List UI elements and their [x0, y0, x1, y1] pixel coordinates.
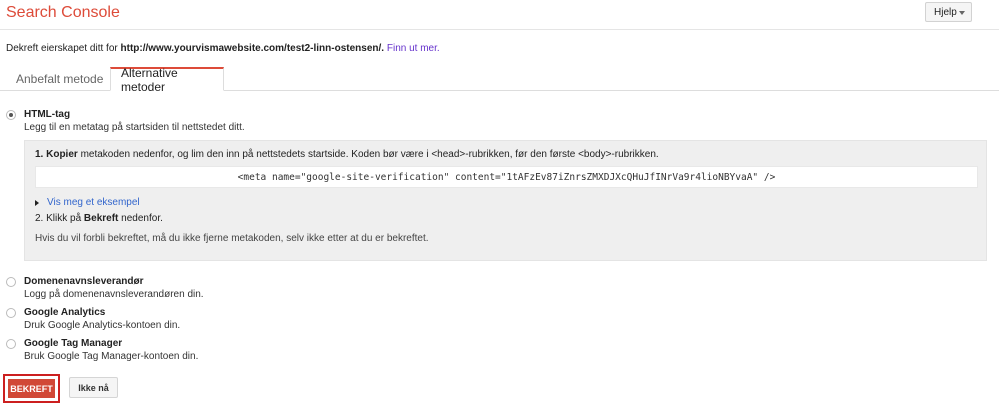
confirm-button[interactable]: BEKREFT — [8, 379, 55, 398]
tab-recommended-method[interactable]: Anbefalt metode — [6, 67, 106, 90]
method-tabs: Anbefalt metode Alternative metoder — [0, 66, 999, 94]
option-desc-html-tag: Legg til en metatag på startsiden til ne… — [24, 122, 245, 133]
show-example-toggle[interactable]: Vis meg et eksempel — [35, 197, 140, 208]
help-button-label: Hjelp — [934, 6, 957, 18]
option-title-google-analytics: Google Analytics — [24, 307, 106, 318]
step-2-suffix: nedenfor. — [118, 213, 163, 224]
not-now-button[interactable]: Ikke nå — [69, 377, 118, 398]
instructions-panel: 1. Kopier metakoden nedenfor, og lim den… — [24, 140, 987, 261]
tab-alternative-methods[interactable]: Alternative metoder — [110, 66, 224, 94]
radio-google-analytics[interactable] — [6, 308, 16, 318]
step-2-bold: Bekreft — [83, 213, 119, 224]
step-2-prefix: 2. Klikk på — [35, 213, 84, 224]
site-url: http://www.yourvismawebsite.com/test2-li… — [120, 43, 385, 54]
confirm-button-highlight: BEKREFT — [3, 374, 60, 403]
option-desc-google-tag-manager: Bruk Google Tag Manager-kontoen din. — [24, 351, 199, 362]
header-divider — [0, 29, 999, 30]
verify-prefix: Dekreft eierskapet ditt for — [6, 43, 118, 54]
step-1-bold: 1. Kopier — [35, 149, 78, 160]
verify-ownership-text: Dekreft eierskapet ditt for http://www.y… — [6, 43, 440, 54]
step-1-text: 1. Kopier metakoden nedenfor, og lim den… — [35, 149, 659, 160]
option-title-html-tag: HTML-tag — [24, 109, 71, 120]
option-title-google-tag-manager: Google Tag Manager — [24, 338, 123, 349]
option-title-domain-provider: Domenenavnsleverandør — [24, 276, 144, 287]
app-title: Search Console — [6, 4, 120, 21]
stay-verified-note: Hvis du vil forbli bekreftet, må du ikke… — [35, 233, 429, 244]
radio-google-tag-manager[interactable] — [6, 339, 16, 349]
meta-tag-code-box[interactable]: <meta name="google-site-verification" co… — [35, 166, 978, 188]
step-2-text: 2. Klikk på Bekreft nedenfor. — [35, 213, 163, 224]
option-desc-google-analytics: Druk Google Analytics-kontoen din. — [24, 320, 181, 331]
triangle-right-icon — [35, 199, 39, 206]
help-button[interactable]: Hjelp — [925, 2, 972, 22]
step-1-body: metakoden nedenfor, og lim den inn på ne… — [77, 149, 659, 160]
radio-html-tag[interactable] — [6, 110, 16, 120]
option-desc-domain-provider: Logg på domenenavnsleverandøren din. — [24, 289, 204, 300]
show-example-link[interactable]: Vis meg et eksempel — [47, 197, 140, 208]
radio-domain-provider[interactable] — [6, 277, 16, 287]
learn-more-link[interactable]: Finn ut mer. — [387, 43, 440, 54]
chevron-down-icon — [959, 11, 965, 15]
